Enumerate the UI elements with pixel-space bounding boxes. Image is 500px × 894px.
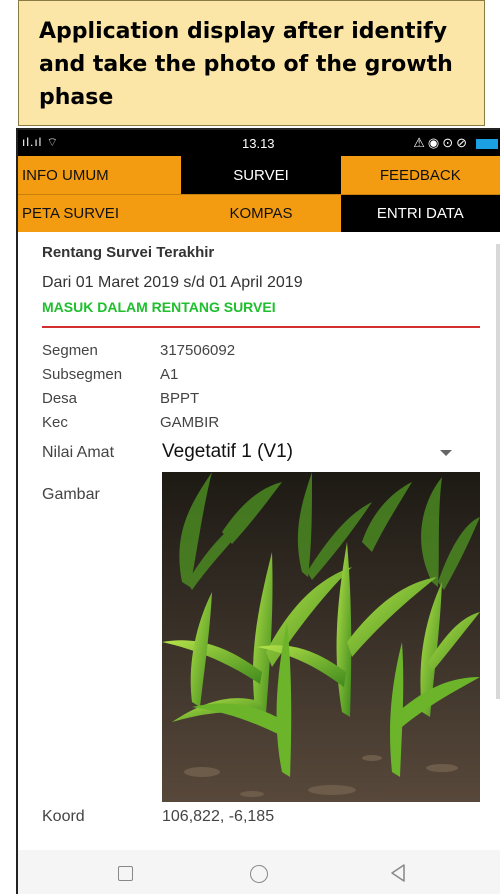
survey-range: Dari 01 Maret 2019 s/d 01 April 2019 xyxy=(42,274,303,291)
tab-kompas[interactable]: KOMPAS xyxy=(181,195,340,232)
detail-value: 317506092 xyxy=(160,342,236,359)
back-icon[interactable] xyxy=(390,864,406,882)
tab-peta-survei[interactable]: PETA SURVEI xyxy=(18,195,181,232)
detail-row-desa: Desa BPPT xyxy=(42,390,199,407)
signal-wifi-icon: ıl.ıl ⌔ xyxy=(22,135,59,149)
koord-label: Koord xyxy=(42,808,85,825)
caption-line-2: and take the photo of the growth xyxy=(39,52,453,77)
caption-line-1: Application display after identify xyxy=(39,19,448,44)
home-icon[interactable] xyxy=(250,865,268,883)
nilai-amat-label: Nilai Amat xyxy=(42,444,115,461)
figure-caption: Application display after identify and t… xyxy=(18,0,485,126)
status-icons: ⚠◉⊙⊘ xyxy=(413,135,470,150)
detail-label: Desa xyxy=(42,390,78,407)
sub-tabs: PETA SURVEI KOMPAS ENTRI DATA xyxy=(18,194,500,232)
nilai-amat-select[interactable]: Vegetatif 1 (V1) xyxy=(162,441,293,463)
divider xyxy=(42,326,480,328)
detail-row-subsegmen: Subsegmen A1 xyxy=(42,366,178,383)
photo-illustration xyxy=(162,472,480,802)
tab-entri-data[interactable]: ENTRI DATA xyxy=(340,195,500,232)
detail-value: GAMBIR xyxy=(160,414,220,431)
detail-value: BPPT xyxy=(160,390,200,407)
detail-row-segmen: Segmen 317506092 xyxy=(42,342,235,359)
tab-info-umum[interactable]: INFO UMUM xyxy=(18,156,181,194)
scrollbar[interactable] xyxy=(496,244,500,699)
status-badge: MASUK DALAM RENTANG SURVEI xyxy=(42,299,276,315)
tab-feedback[interactable]: FEEDBACK xyxy=(341,156,500,194)
main-tabs: INFO UMUM SURVEI FEEDBACK xyxy=(18,156,500,194)
corn-seedling-photo[interactable] xyxy=(162,472,480,802)
tab-survei[interactable]: SURVEI xyxy=(181,156,341,194)
dropdown-arrow-icon[interactable] xyxy=(440,450,452,456)
koord-value: 106,822, -6,185 xyxy=(162,808,275,825)
detail-row-kec: Kec GAMBIR xyxy=(42,414,219,431)
android-nav-bar xyxy=(18,850,500,894)
clock: 13.13 xyxy=(242,136,275,151)
detail-label: Subsegmen xyxy=(42,366,123,383)
battery-icon xyxy=(476,139,498,149)
recent-apps-icon[interactable] xyxy=(118,866,133,881)
detail-value: A1 xyxy=(160,366,179,383)
caption-line-3: phase xyxy=(39,85,114,110)
entry-form: Rentang Survei Terakhir Dari 01 Maret 20… xyxy=(18,232,500,852)
status-bar: ıl.ıl ⌔ 13.13 ⚠◉⊙⊘ xyxy=(18,130,500,156)
section-title: Rentang Survei Terakhir xyxy=(42,244,215,261)
detail-label: Kec xyxy=(42,414,68,431)
phone-screen: ıl.ıl ⌔ 13.13 ⚠◉⊙⊘ INFO UMUM SURVEI FEED… xyxy=(16,128,500,894)
detail-label: Segmen xyxy=(42,342,98,359)
gambar-label: Gambar xyxy=(42,486,100,503)
